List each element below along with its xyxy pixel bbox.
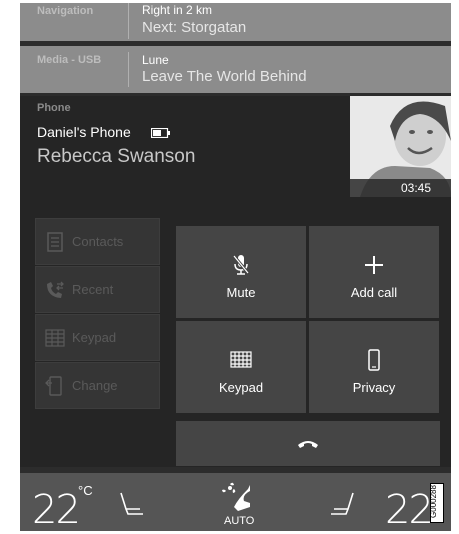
navigation-instruction: Right in 2 km	[142, 3, 213, 17]
media-track: Leave The World Behind	[142, 68, 307, 85]
call-timer: 03:45	[350, 179, 451, 197]
keypad-icon	[45, 329, 65, 347]
navigation-tile[interactable]: Navigation Right in 2 km Next: Storgatan	[20, 3, 451, 41]
add-call-button[interactable]: Add call	[309, 226, 439, 318]
navigation-next-street: Next: Storgatan	[142, 19, 247, 36]
media-tile[interactable]: Media - USB Lune Leave The World Behind	[20, 46, 451, 93]
temperature-unit: °C	[78, 483, 93, 498]
phone-handset-icon	[368, 349, 380, 371]
left-temperature[interactable]: 22	[32, 487, 81, 531]
caller-name: Rebecca Swanson	[37, 146, 196, 167]
image-code-label: G000288	[428, 483, 444, 523]
privacy-button[interactable]: Privacy	[309, 321, 439, 413]
menu-item-keypad[interactable]: Keypad	[35, 314, 160, 361]
keypad-label: Keypad	[218, 380, 264, 395]
tile-divider	[128, 52, 129, 87]
recent-calls-icon	[47, 281, 64, 298]
menu-item-label: Recent	[72, 282, 114, 297]
phone-panel: Phone Daniel's Phone Rebecca Swanson 03:…	[20, 96, 451, 467]
right-seat-heating-icon[interactable]	[328, 491, 356, 517]
contact-photo: 03:45	[350, 96, 451, 197]
hang-up-icon	[298, 441, 318, 448]
media-label: Media - USB	[37, 54, 102, 66]
privacy-label: Privacy	[352, 380, 396, 395]
keypad-button[interactable]: Keypad	[176, 321, 306, 413]
media-artist: Lune	[142, 53, 169, 67]
menu-item-label: Contacts	[72, 234, 124, 249]
phone-label: Phone	[37, 102, 71, 114]
keypad-icon	[230, 351, 252, 368]
mute-label: Mute	[226, 285, 256, 300]
plus-icon	[365, 256, 383, 274]
left-seat-heating-icon[interactable]	[118, 491, 146, 517]
end-call-button[interactable]	[176, 421, 440, 466]
tile-divider	[128, 3, 129, 39]
menu-item-contacts[interactable]: Contacts	[35, 218, 160, 265]
add-call-label: Add call	[350, 285, 398, 300]
menu-item-recent[interactable]: Recent	[35, 266, 160, 313]
menu-item-label: Keypad	[72, 330, 117, 345]
contacts-icon	[47, 232, 63, 252]
menu-item-change[interactable]: Change	[35, 362, 160, 409]
battery-icon	[151, 128, 170, 138]
climate-bar: 22 °C AUTO 22	[20, 473, 451, 531]
microphone-muted-icon	[232, 255, 250, 275]
change-phone-icon	[45, 376, 62, 396]
fan-airflow-icon[interactable]	[220, 481, 256, 515]
navigation-label: Navigation	[37, 5, 94, 17]
image-code-text: G000288	[428, 485, 438, 518]
device-name: Daniel's Phone	[37, 124, 131, 140]
mute-button[interactable]: Mute	[176, 226, 306, 318]
menu-item-label: Change	[72, 378, 118, 393]
infotainment-screen: Navigation Right in 2 km Next: Storgatan…	[20, 3, 451, 531]
auto-mode-label[interactable]: AUTO	[224, 515, 254, 527]
right-temperature[interactable]: 22	[385, 487, 434, 531]
